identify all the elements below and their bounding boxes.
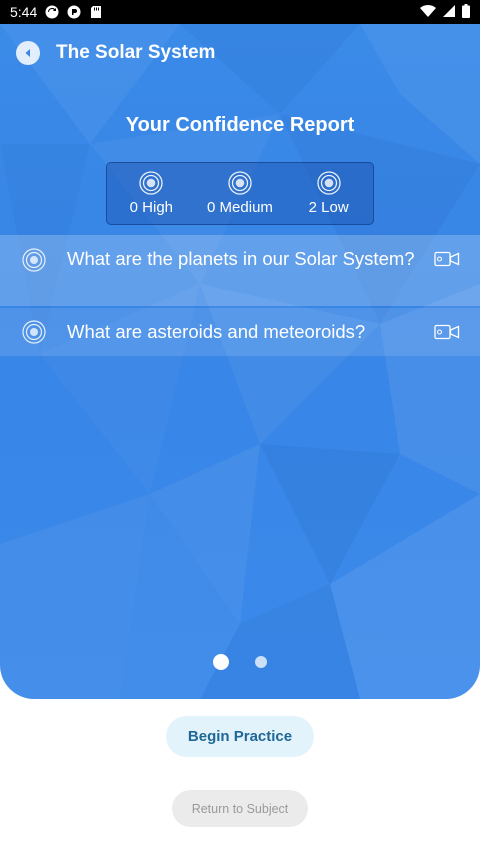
target-icon: [22, 248, 46, 272]
question-item[interactable]: What are asteroids and meteoroids?: [0, 308, 480, 356]
confidence-summary: 0 High 0 Medium 2 Low: [106, 162, 374, 225]
page-indicator: [0, 654, 480, 670]
return-to-subject-button[interactable]: Return to Subject: [172, 790, 308, 827]
app-header: The Solar System: [0, 24, 480, 82]
page-dot[interactable]: [255, 656, 267, 668]
target-icon: [316, 171, 341, 195]
signal-icon: [442, 4, 456, 21]
wifi-icon: [420, 4, 436, 21]
video-camera-icon[interactable]: [434, 251, 460, 267]
battery-icon: [462, 3, 470, 21]
hero-panel: The Solar System Your Confidence Report …: [0, 24, 480, 699]
status-time: 5:44: [10, 4, 38, 20]
confidence-medium: 0 Medium: [200, 171, 280, 216]
question-text: What are the planets in our Solar System…: [67, 248, 415, 269]
confidence-medium-label: 0 Medium: [207, 199, 273, 216]
video-camera-icon[interactable]: [434, 324, 460, 340]
begin-practice-button[interactable]: Begin Practice: [166, 716, 314, 757]
target-icon: [22, 320, 46, 344]
confidence-low: 2 Low: [289, 171, 369, 216]
back-arrow-icon: [25, 49, 30, 57]
report-title: Your Confidence Report: [125, 114, 355, 136]
question-item[interactable]: What are the planets in our Solar System…: [0, 235, 480, 306]
confidence-high: 0 High: [111, 171, 191, 216]
status-bar: 5:44: [0, 0, 480, 24]
question-text: What are asteroids and meteoroids?: [67, 321, 366, 342]
pocket-icon: [67, 5, 81, 19]
confidence-low-label: 2 Low: [308, 199, 349, 216]
page-title: The Solar System: [56, 42, 216, 63]
page-dot-active[interactable]: [213, 654, 229, 670]
sync-icon: [45, 5, 59, 19]
sd-card-icon: [89, 5, 103, 19]
target-icon: [228, 171, 252, 195]
back-button[interactable]: [16, 41, 40, 65]
confidence-high-label: 0 High: [129, 199, 173, 216]
target-icon: [139, 171, 163, 195]
